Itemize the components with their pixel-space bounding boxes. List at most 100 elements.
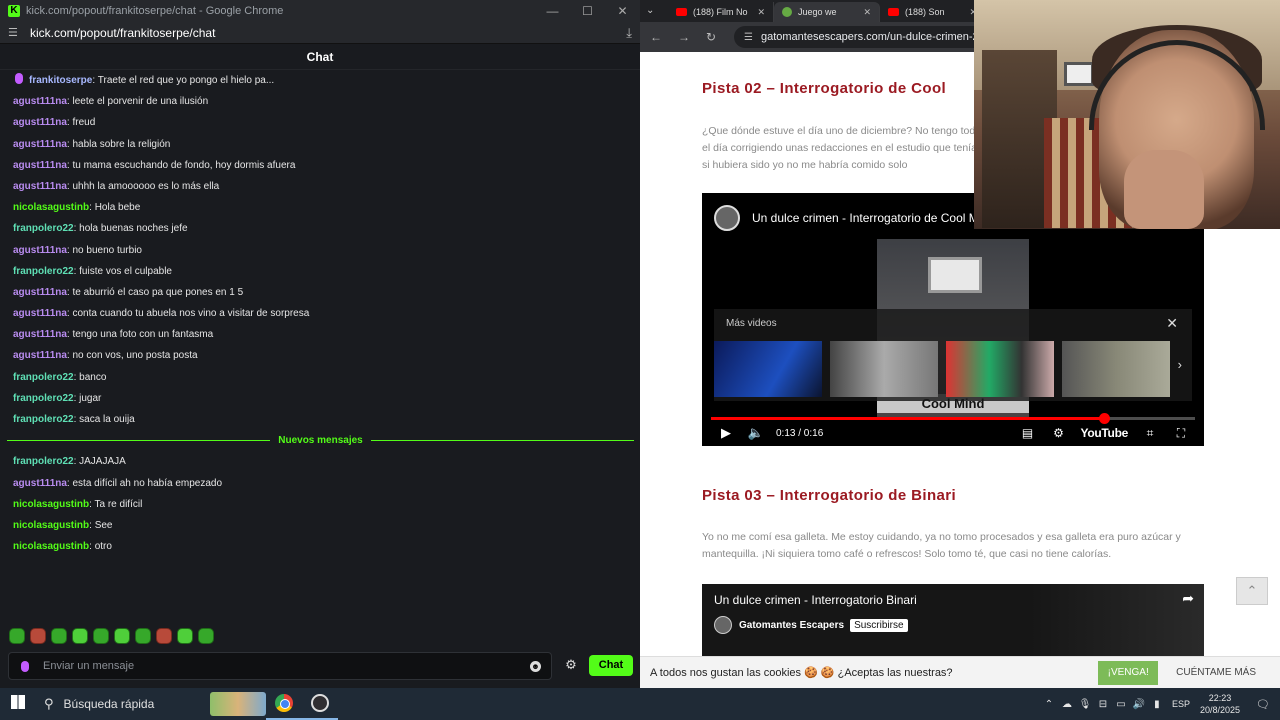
chat-message: agust111na: leete el porvenir de una ilu…: [13, 91, 632, 112]
popout-url: kick.com/popout/frankitoserpe/chat: [30, 25, 216, 40]
scroll-to-top-button[interactable]: ⌃: [1236, 577, 1268, 605]
emoji-picker-icon[interactable]: ☻: [530, 660, 541, 672]
chat-message: agust111na: no bueno turbio: [13, 240, 632, 261]
usb-icon[interactable]: ⊟: [1094, 699, 1112, 710]
tab-active-game[interactable]: Juego we ✕: [774, 2, 880, 22]
emote-icon[interactable]: [177, 628, 193, 644]
chat-username[interactable]: agust111na: [13, 181, 67, 192]
taskbar-clock[interactable]: 22:23 20/8/2025: [1200, 692, 1240, 716]
close-icon[interactable]: ✕: [605, 4, 640, 18]
chat-username[interactable]: frankitoserpe: [29, 75, 92, 86]
chat-username[interactable]: franpolero22: [13, 372, 74, 383]
video2-title[interactable]: Un dulce crimen - Interrogatorio Binari: [714, 593, 917, 607]
suggested-video-thumb[interactable]: [830, 341, 938, 397]
chat-username[interactable]: nicolasagustinb: [13, 499, 89, 510]
cloud-icon[interactable]: ☁: [1058, 699, 1076, 710]
youtube-logo[interactable]: YouTube: [1081, 426, 1129, 440]
chat-username[interactable]: agust111na: [13, 160, 67, 171]
suggested-video-thumb[interactable]: [946, 341, 1054, 397]
chat-username[interactable]: agust111na: [13, 350, 67, 361]
notification-icon[interactable]: 🗨: [1254, 698, 1272, 711]
chrome-icon: [275, 694, 293, 712]
download-icon[interactable]: ⤓: [626, 25, 632, 41]
emote-icon[interactable]: [156, 628, 172, 644]
chat-username[interactable]: nicolasagustinb: [13, 541, 89, 552]
youtube-player-cool[interactable]: Cool Mind Un dulce crimen - Interrogator…: [702, 193, 1204, 446]
forward-icon[interactable]: →: [678, 30, 706, 44]
video-title-bar: Un dulce crimen - Interrogatorio de Cool…: [714, 205, 995, 231]
chat-username[interactable]: franpolero22: [13, 393, 74, 404]
volume-icon[interactable]: 🔈: [746, 425, 766, 441]
video-title[interactable]: Un dulce crimen - Interrogatorio de Cool…: [752, 211, 995, 225]
fullscreen-icon[interactable]: ⛶: [1172, 426, 1190, 441]
chat-username[interactable]: agust111na: [13, 117, 67, 128]
subtitles-icon[interactable]: ▤: [1019, 426, 1037, 440]
play-icon[interactable]: ▶: [716, 425, 736, 441]
chat-username[interactable]: agust111na: [13, 478, 67, 489]
chat-username[interactable]: agust111na: [13, 245, 67, 256]
emote-icon[interactable]: [93, 628, 109, 644]
tab-close-icon[interactable]: ✕: [757, 7, 765, 18]
chat-username[interactable]: agust111na: [13, 139, 67, 150]
chat-username[interactable]: franpolero22: [13, 456, 74, 467]
tab-close-icon[interactable]: ✕: [863, 7, 871, 18]
chat-username[interactable]: nicolasagustinb: [13, 520, 89, 531]
next-icon[interactable]: ›: [1178, 357, 1182, 372]
speaker-icon[interactable]: 🔊: [1130, 699, 1148, 710]
close-icon[interactable]: ✕: [1166, 315, 1178, 332]
new-messages-divider: Nuevos mensajes: [7, 430, 634, 451]
chat-username[interactable]: agust111na: [13, 96, 67, 107]
cast-icon[interactable]: ⌗: [1141, 426, 1159, 441]
language-indicator[interactable]: ESP: [1172, 699, 1190, 709]
taskbar-obs[interactable]: [302, 688, 338, 720]
chat-username[interactable]: franpolero22: [13, 223, 74, 234]
start-button[interactable]: [0, 694, 36, 714]
tab-youtube-1[interactable]: (188) Film No ✕: [668, 2, 774, 22]
chat-username[interactable]: franpolero22: [13, 414, 74, 425]
suggested-video-thumb[interactable]: [1062, 341, 1170, 397]
chevron-up-icon[interactable]: ⌃: [1040, 699, 1058, 710]
network-icon[interactable]: ▭: [1112, 699, 1130, 710]
subscribe-button[interactable]: Suscribirse: [850, 618, 908, 632]
chat-username[interactable]: agust111na: [13, 308, 67, 319]
reload-icon[interactable]: ↻: [706, 30, 734, 44]
youtube-player-binari[interactable]: Un dulce crimen - Interrogatorio Binari …: [702, 584, 1204, 656]
emote-icon[interactable]: [72, 628, 88, 644]
tab-search-icon[interactable]: ⌄: [646, 0, 662, 22]
emote-icon[interactable]: [114, 628, 130, 644]
maximize-icon[interactable]: ☐: [570, 4, 605, 18]
chat-username[interactable]: agust111na: [13, 287, 67, 298]
chat-settings-icon[interactable]: ⚙: [564, 658, 578, 672]
chat-message-list[interactable]: frankitoserpe: Traete el red que yo pong…: [0, 70, 640, 557]
chat-username[interactable]: nicolasagustinb: [13, 202, 89, 213]
emote-icon[interactable]: [51, 628, 67, 644]
emote-icon[interactable]: [30, 628, 46, 644]
battery-icon[interactable]: ▮: [1148, 699, 1166, 710]
message-input[interactable]: [43, 660, 530, 672]
mic-icon[interactable]: 🎙: [1076, 699, 1094, 710]
site-info-icon[interactable]: ☰: [744, 32, 753, 43]
channel-avatar[interactable]: [714, 616, 732, 634]
settings-icon[interactable]: ⚙: [1050, 426, 1068, 440]
emote-icon[interactable]: [198, 628, 214, 644]
video-progress-bar[interactable]: [711, 413, 1195, 424]
chat-username[interactable]: agust111na: [13, 329, 67, 340]
channel-avatar[interactable]: [714, 205, 740, 231]
emote-icon[interactable]: [135, 628, 151, 644]
suggested-video-thumb[interactable]: [714, 341, 822, 397]
share-icon[interactable]: ➦: [1182, 590, 1194, 607]
tab-title: (188) Son: [905, 7, 945, 17]
taskbar-chrome[interactable]: [266, 688, 302, 720]
back-icon[interactable]: ←: [650, 30, 678, 44]
minimize-icon[interactable]: —: [535, 4, 570, 18]
channel-name[interactable]: Gatomantes Escapers: [739, 620, 844, 631]
send-chat-button[interactable]: Chat: [589, 655, 633, 676]
tab-youtube-2[interactable]: (188) Son ✕: [880, 2, 986, 22]
cookie-accept-button[interactable]: ¡VENGA!: [1098, 660, 1159, 685]
chat-input-box[interactable]: ☻: [8, 652, 552, 680]
taskbar-search[interactable]: ⚲ Búsqueda rápida: [36, 688, 266, 720]
chat-username[interactable]: franpolero22: [13, 266, 74, 277]
cookie-more-button[interactable]: CUÉNTAME MÁS: [1176, 667, 1256, 678]
emote-icon[interactable]: [9, 628, 25, 644]
site-info-icon[interactable]: ☰: [8, 26, 22, 39]
